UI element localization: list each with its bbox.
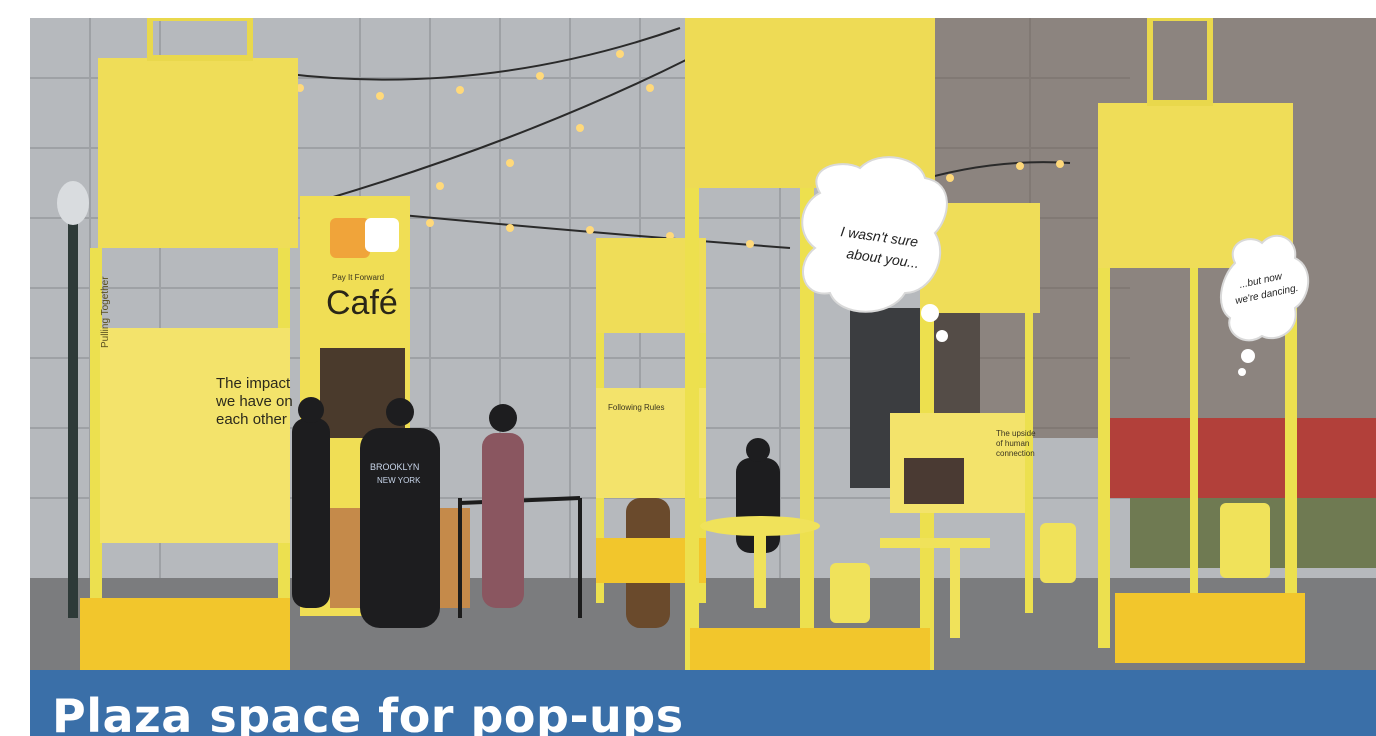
panel-left-heading-2: we have on (215, 393, 293, 410)
panel-right-heading-2: of human (996, 439, 1029, 448)
panel-middle-header: Following Rules (608, 403, 664, 412)
plaza-photo: Pulling Together The impact we have on e… (30, 18, 1376, 670)
plaza-scene: Pulling Together The impact we have on e… (30, 18, 1376, 670)
caption-banner: Plaza space for pop-ups (30, 670, 1376, 736)
panel-left-heading-3: each other (216, 411, 287, 428)
sweatshirt-text-1: BROOKLYN (370, 462, 419, 472)
coffee-cup-icon (330, 218, 370, 258)
panel-right-heading-1: The upside (996, 429, 1036, 438)
coffee-cup-icon-2 (365, 218, 399, 252)
panel-left-header: Pulling Together (100, 276, 111, 348)
cafe-tagline: Pay It Forward (332, 273, 384, 282)
impact-panel (100, 328, 290, 543)
mural-wall (1110, 418, 1376, 498)
sweatshirt-text-2: NEW YORK (377, 476, 421, 485)
panel-right-heading-3: connection (996, 449, 1035, 458)
person-sweatshirt (360, 428, 440, 628)
cafe-name: Café (326, 284, 398, 322)
caption-title: Plaza space for pop-ups (52, 689, 684, 736)
panel-left-heading-1: The impact (216, 375, 291, 392)
